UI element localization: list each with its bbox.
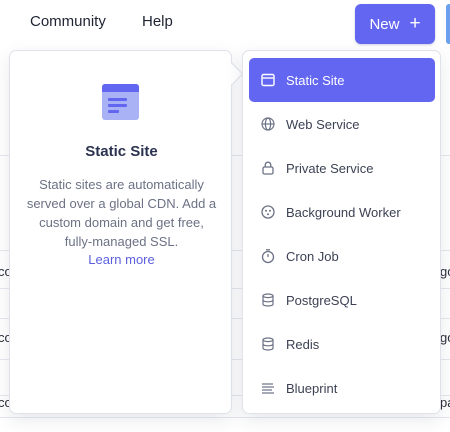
globe-icon bbox=[260, 116, 276, 132]
learn-more-link[interactable]: Learn more bbox=[10, 252, 233, 267]
menu-item-postgresql[interactable]: PostgreSQL bbox=[249, 278, 435, 322]
worker-cog-icon bbox=[260, 204, 276, 220]
menu-item-blueprint[interactable]: Blueprint bbox=[249, 366, 435, 410]
menu-item-label: Web Service bbox=[286, 116, 360, 132]
menu-item-private-service[interactable]: Private Service bbox=[249, 146, 435, 190]
menu-item-web-service[interactable]: Web Service bbox=[249, 102, 435, 146]
top-navigation: Community Help New + bbox=[0, 0, 450, 48]
static-site-browser-icon bbox=[102, 84, 139, 120]
plus-icon: + bbox=[409, 12, 421, 34]
menu-item-background-worker[interactable]: Background Worker bbox=[249, 190, 435, 234]
menu-item-label: Cron Job bbox=[286, 248, 339, 264]
service-description-card: Static Site Static sites are automatical… bbox=[9, 50, 232, 414]
new-service-menu: Static Site Web Service Private Service … bbox=[242, 50, 441, 414]
menu-item-label: Blueprint bbox=[286, 380, 338, 396]
database-icon bbox=[260, 292, 276, 308]
menu-item-label: Private Service bbox=[286, 160, 374, 176]
menu-item-label: Redis bbox=[286, 336, 320, 352]
description-title: Static Site bbox=[85, 143, 158, 160]
menu-item-label: Static Site bbox=[286, 72, 345, 88]
description-body: Static sites are automatically served ov… bbox=[26, 177, 217, 249]
nav-community-link[interactable]: Community bbox=[30, 13, 106, 30]
table-divider bbox=[0, 417, 450, 418]
menu-item-cron-job[interactable]: Cron Job bbox=[249, 234, 435, 278]
blueprint-lines-icon bbox=[260, 380, 276, 396]
lock-icon bbox=[260, 160, 276, 176]
menu-item-label: PostgreSQL bbox=[286, 292, 357, 308]
new-button-label: New bbox=[369, 15, 400, 33]
menu-item-redis[interactable]: Redis bbox=[249, 322, 435, 366]
browser-window-icon bbox=[260, 72, 276, 88]
menu-item-label: Background Worker bbox=[286, 204, 401, 220]
stopwatch-icon bbox=[260, 248, 276, 264]
database-icon bbox=[260, 336, 276, 352]
nav-help-link[interactable]: Help bbox=[142, 13, 173, 30]
new-button[interactable]: New + bbox=[355, 4, 435, 44]
table-cell: go bbox=[440, 330, 450, 345]
menu-item-static-site[interactable]: Static Site bbox=[249, 58, 435, 102]
table-cell: pa bbox=[440, 395, 450, 410]
table-cell: go bbox=[440, 264, 450, 279]
account-button-edge[interactable] bbox=[446, 4, 450, 44]
